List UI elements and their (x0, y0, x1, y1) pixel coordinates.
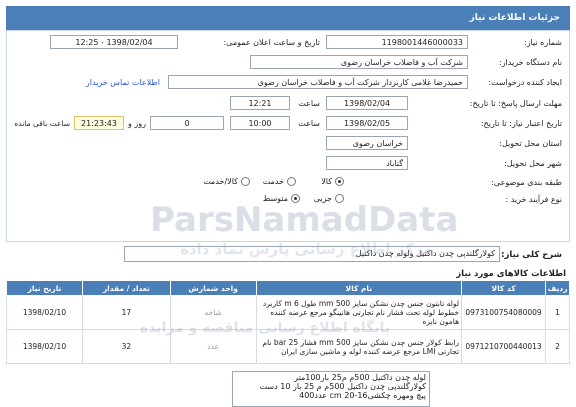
note-line: کولارگلندپی چدن داکتیل 500م م 25 بار 10 … (259, 382, 426, 391)
row-date: 1398/02/10 (6, 329, 83, 364)
row-index: 2 (545, 329, 570, 364)
row-name: رابط کولار جنس چدن نشکن سایز 500 mm فشار… (255, 329, 463, 364)
col-date: تاریخ نیاز (6, 280, 83, 296)
province-label: استان محل تحویل: (499, 139, 562, 148)
col-name: نام کالا (255, 280, 463, 296)
buyer-org-field: شرکت آب و فاضلاب خراسان رضوی (250, 55, 468, 69)
radio-selected-icon[interactable] (291, 194, 300, 203)
items-table: ردیف کد کالا نام کالا واحد شمارش تعداد /… (6, 280, 570, 364)
remaining-days-field: 0 (150, 116, 224, 130)
validity-label: تاریخ اعتبار نیاز: تا تاریخ: (480, 119, 562, 128)
need-number-label: شماره نیاز: (524, 38, 562, 47)
note-line: پیچ ومهره چکشی16-20 cm عدد400 (299, 391, 426, 400)
row-qty: 32 (81, 329, 171, 364)
city-field: گناباد (326, 156, 408, 170)
creator-label: ایجاد کننده درخواست: (488, 78, 562, 87)
reply-time-label: ساعت (298, 99, 320, 108)
category-option-service[interactable]: خدمت (263, 177, 296, 186)
col-qty: تعداد / مقدار (81, 280, 171, 296)
category-option-goods[interactable]: کالا (321, 177, 344, 186)
row-index: 1 (545, 295, 570, 330)
note-line: لوله چدن داکتیل 500م م25 بار100متر (294, 373, 426, 382)
days-label: روز و (128, 119, 146, 128)
table-row[interactable]: 2 0971210700440013 رابط کولار جنس چدن نش… (6, 329, 570, 364)
col-index: ردیف (545, 280, 570, 296)
process-option-minor[interactable]: جزیی (314, 194, 344, 203)
row-unit: عدد (169, 329, 257, 364)
category-option-goods-service[interactable]: کالا/خدمت (203, 177, 250, 186)
row-code: 0973100754080009 (461, 295, 547, 330)
validity-time-label: ساعت (298, 119, 320, 128)
col-code: کد کالا (461, 280, 547, 296)
radio-selected-icon[interactable] (335, 177, 344, 186)
category-label: طبقه بندی موضوعی: (491, 178, 562, 187)
table-row[interactable]: 1 0973100754080009 لوله تابتون جنس چدن ن… (6, 295, 570, 330)
row-code: 0971210700440013 (461, 329, 547, 364)
need-number-field: 1198001446000033 (326, 35, 468, 49)
col-unit: واحد شمارش (169, 280, 257, 296)
buyer-notes-box: لوله چدن داکتیل 500م م25 بار100متر کولار… (232, 371, 430, 407)
process-option-medium[interactable]: متوسط (263, 194, 300, 203)
announce-field: 1398/02/04 - 12:25 (50, 35, 178, 49)
reply-deadline-label: مهلت ارسال پاسخ: تا تاریخ: (469, 99, 562, 108)
summary-field: کولارگلندپی چدن داکتیل ولوله چدن داکتیل (124, 246, 500, 262)
row-date: 1398/02/10 (6, 295, 83, 330)
validity-date-field: 1398/02/05 (326, 116, 408, 130)
row-unit: شاخه (169, 295, 257, 330)
creator-field: حمیدرضا غلامی کاربردار شرکت آب و فاضلاب … (168, 75, 468, 89)
province-field: خراسان رضوی (326, 136, 408, 150)
radio-icon[interactable] (287, 177, 296, 186)
summary-label: شرح کلی نیاز: (501, 250, 562, 260)
radio-icon[interactable] (241, 177, 250, 186)
remaining-label: ساعت باقی مانده (14, 119, 70, 128)
radio-icon[interactable] (335, 194, 344, 203)
validity-time-field: 10:00 (230, 116, 290, 130)
reply-date-field: 1398/02/04 (326, 96, 408, 110)
reply-time-field: 12:21 (230, 96, 290, 110)
announce-label: تاریخ و ساعت اعلان عمومی: (223, 38, 320, 47)
remaining-time-field: 21:23:43 (74, 116, 124, 130)
row-qty: 17 (81, 295, 171, 330)
page-title: جزئیات اطلاعات نیاز (469, 13, 560, 23)
city-label: شهر محل تحویل: (504, 159, 562, 168)
row-name: لوله تابتون جنس چدن نشکن سایز 500 mm طول… (255, 295, 463, 330)
buyer-org-label: نام دستگاه خریدار: (499, 58, 562, 67)
page-header: جزئیات اطلاعات نیاز (6, 6, 570, 30)
buyer-contact-link[interactable]: اطلاعات تماس خریدار (86, 78, 160, 87)
process-label: نوع فرآیند خرید : (505, 195, 562, 204)
table-header-row: ردیف کد کالا نام کالا واحد شمارش تعداد /… (6, 280, 570, 296)
items-section-title: اطلاعات کالاهای مورد نیاز (456, 269, 566, 279)
